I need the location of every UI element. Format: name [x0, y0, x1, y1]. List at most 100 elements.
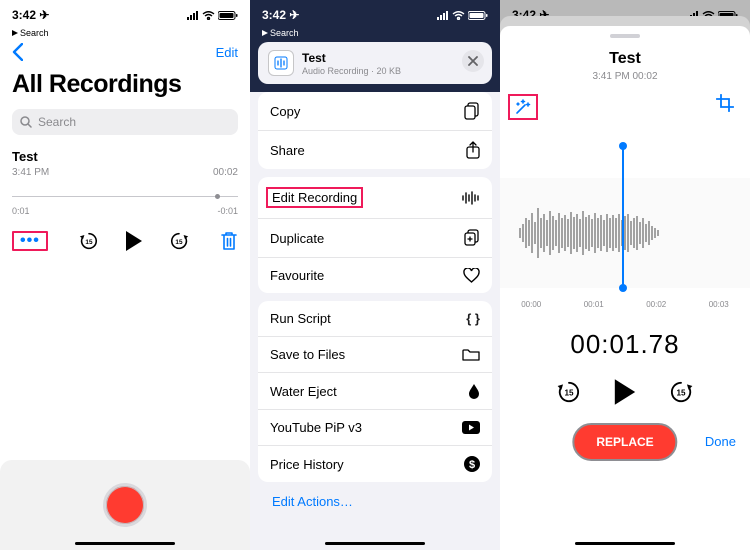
menu-edit-recording[interactable]: Edit Recording: [258, 177, 492, 219]
close-button[interactable]: [462, 50, 484, 72]
status-time: 3:42: [12, 8, 36, 22]
menu-copy[interactable]: Copy: [258, 92, 492, 131]
status-bar: 3:42 ✈︎: [500, 0, 750, 28]
menu-label: Duplicate: [270, 231, 324, 246]
waveform-icon: [462, 191, 480, 205]
edit-button[interactable]: Edit: [216, 45, 238, 60]
menu-label: Run Script: [270, 311, 331, 326]
sheet-grabber[interactable]: [610, 34, 640, 38]
screen-share-sheet: 3:42 ✈︎ Search Test Audio Recording · 20…: [250, 0, 500, 550]
more-button[interactable]: •••: [20, 236, 40, 246]
playback-controls: ••• 15 15: [0, 216, 250, 252]
magic-wand-icon[interactable]: [514, 98, 532, 116]
svg-text:15: 15: [85, 239, 93, 246]
nav-bar: Edit: [0, 40, 250, 64]
battery-icon: [218, 11, 238, 20]
play-icon[interactable]: [124, 230, 144, 252]
menu-share[interactable]: Share: [258, 131, 492, 169]
status-time: 3:42: [262, 8, 286, 22]
recording-duration: 00:02: [213, 167, 238, 178]
svg-text:$: $: [469, 459, 475, 471]
record-bar: [0, 460, 250, 550]
skip-back-15-icon[interactable]: 15: [78, 230, 100, 252]
menu-run-script[interactable]: Run Script { }: [258, 301, 492, 337]
page-title: All Recordings: [0, 64, 250, 109]
dollar-icon: $: [464, 456, 480, 472]
menu-save-files[interactable]: Save to Files: [258, 337, 492, 373]
breadcrumb[interactable]: Search: [0, 28, 250, 40]
skip-forward-15-icon[interactable]: 15: [168, 230, 190, 252]
search-input[interactable]: Search: [12, 109, 238, 135]
recording-item[interactable]: Test 3:41 PM 00:02 0:01 -0:01: [0, 135, 250, 216]
breadcrumb-label: Search: [270, 28, 299, 38]
home-indicator: [575, 542, 675, 546]
copy-icon: [464, 102, 480, 120]
breadcrumb-label: Search: [20, 28, 49, 38]
play-icon[interactable]: [612, 378, 638, 406]
record-button[interactable]: [103, 483, 147, 527]
screen-edit-recording: 3:42 ✈︎ Test 3:41 PM 00:02: [500, 0, 750, 550]
share-menu: Copy Share Edit Recording Duplicate Favo…: [250, 92, 500, 550]
sheet-header: Test Audio Recording · 20 KB: [258, 42, 492, 84]
drop-icon: [468, 383, 480, 399]
menu-youtube-pip[interactable]: YouTube PiP v3: [258, 410, 492, 446]
crop-icon[interactable]: [716, 94, 734, 120]
back-chevron-icon[interactable]: [12, 43, 23, 61]
playback-controls: 15 15: [500, 378, 750, 406]
audio-file-icon: [268, 50, 294, 76]
menu-water-eject[interactable]: Water Eject: [258, 373, 492, 410]
recording-time: 3:41 PM: [12, 167, 49, 178]
waveform: [500, 178, 750, 288]
replace-button[interactable]: REPLACE: [572, 423, 677, 461]
screen-all-recordings: 3:42 ✈︎ Search Edit All Recordings Searc…: [0, 0, 250, 550]
search-placeholder: Search: [38, 115, 76, 129]
edit-actions-button[interactable]: Edit Actions…: [258, 490, 492, 509]
status-bar: 3:42 ✈︎: [0, 0, 250, 28]
home-indicator: [325, 542, 425, 546]
remaining-label: -0:01: [217, 206, 238, 216]
breadcrumb[interactable]: Search: [250, 28, 500, 40]
status-bar: 3:42 ✈︎: [250, 0, 500, 28]
waveform-area[interactable]: [500, 128, 750, 298]
status-time: 3:42: [512, 8, 536, 22]
sheet-subtitle: Audio Recording · 20 KB: [302, 66, 482, 76]
tick: 00:01: [584, 300, 604, 309]
home-indicator: [75, 542, 175, 546]
skip-forward-15-icon[interactable]: 15: [668, 379, 694, 405]
menu-label: Water Eject: [270, 384, 337, 399]
menu-price-history[interactable]: Price History $: [258, 446, 492, 482]
recording-title: Test: [12, 149, 238, 164]
youtube-icon: [462, 421, 480, 434]
svg-text:15: 15: [676, 388, 686, 397]
menu-label: Edit Recording: [266, 187, 363, 208]
menu-label: Copy: [270, 104, 300, 119]
status-right: [687, 11, 738, 20]
edit-subtitle: 3:41 PM 00:02: [500, 71, 750, 82]
share-icon: [466, 141, 480, 159]
wifi-icon: [202, 11, 215, 20]
menu-label: YouTube PiP v3: [270, 420, 362, 435]
playhead[interactable]: [622, 146, 624, 288]
tick: 00:00: [521, 300, 541, 309]
status-right: [437, 11, 488, 20]
menu-favourite[interactable]: Favourite: [258, 258, 492, 293]
wifi-icon: [452, 11, 465, 20]
menu-label: Favourite: [270, 268, 324, 283]
skip-back-15-icon[interactable]: 15: [556, 379, 582, 405]
menu-duplicate[interactable]: Duplicate: [258, 219, 492, 258]
tick: 00:02: [646, 300, 666, 309]
current-time: 00:01.78: [500, 329, 750, 360]
elapsed-label: 0:01: [12, 206, 30, 216]
menu-label: Save to Files: [270, 347, 345, 362]
svg-text:15: 15: [564, 388, 574, 397]
done-button[interactable]: Done: [705, 434, 736, 449]
progress-scrubber[interactable]: [12, 188, 238, 204]
signal-icon: [687, 11, 699, 20]
folder-icon: [462, 348, 480, 362]
braces-icon: { }: [466, 311, 480, 326]
signal-icon: [187, 11, 199, 20]
heart-icon: [463, 268, 480, 283]
delete-button[interactable]: [220, 231, 238, 251]
sheet-title: Test: [302, 51, 482, 65]
edit-title: Test: [500, 50, 750, 68]
